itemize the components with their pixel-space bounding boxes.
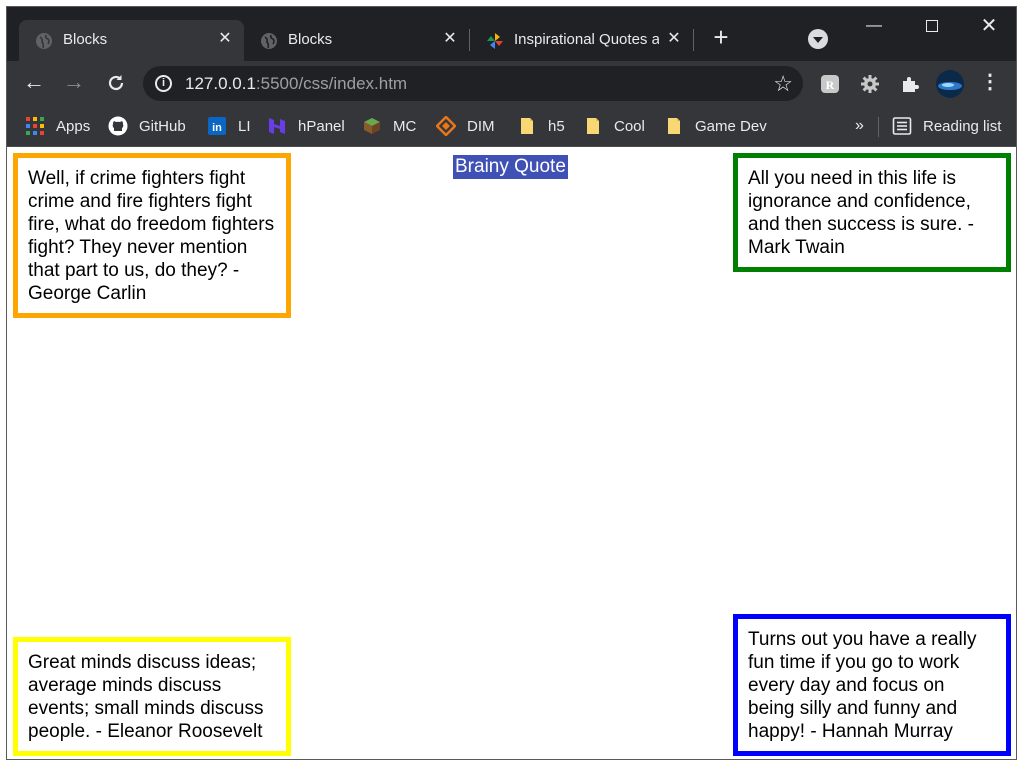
close-window-button[interactable]: ✕ [960, 7, 1016, 47]
bookmark-dim[interactable]: DIM [436, 115, 495, 137]
close-icon[interactable]: ✕ [215, 29, 235, 49]
bookmark-label: LI [238, 117, 251, 135]
tab-title: Blocks [63, 31, 108, 48]
url-text[interactable]: 127.0.0.1:5500/css/index.htm [185, 74, 407, 94]
page-content: Brainy Quote Well, if crime fighters fig… [7, 147, 1016, 759]
tab-inspirational-quotes[interactable]: Inspirational Quotes a ✕ [470, 20, 692, 61]
bookmark-cool[interactable]: Cool [583, 115, 645, 137]
hpanel-icon [269, 118, 285, 134]
bookmark-label: Cool [614, 117, 645, 135]
reading-list-icon [892, 117, 912, 135]
reading-list-button[interactable]: Reading list [892, 115, 1001, 137]
tab-title: Inspirational Quotes a [514, 31, 659, 48]
bookmark-label: DIM [467, 117, 495, 135]
minimize-button[interactable]: — [845, 7, 903, 47]
folder-icon [587, 118, 599, 134]
tab-title: Blocks [288, 31, 333, 48]
bookmark-h5[interactable]: h5 [517, 115, 565, 137]
extension-r-icon[interactable]: R [820, 74, 840, 94]
github-icon [108, 116, 128, 136]
quote-box-bottom-right: Turns out you have a really fun time if … [733, 614, 1011, 756]
bookmark-label: GitHub [139, 117, 186, 135]
bookmark-mc[interactable]: MC [362, 115, 416, 137]
bookmarks-bar: Apps GitHub in LI hPanel MC DIM h5 Cool … [7, 106, 1016, 147]
bookmark-label: Game Dev [695, 117, 767, 135]
bookmark-label: MC [393, 117, 417, 135]
apps-grid-icon [26, 117, 44, 135]
address-bar[interactable]: i 127.0.0.1:5500/css/index.htm ☆ [143, 66, 803, 101]
bookmark-game-dev[interactable]: Game Dev [664, 115, 767, 137]
minecraft-block-icon [364, 118, 380, 134]
folder-icon [668, 118, 680, 134]
extensions-puzzle-icon[interactable] [900, 74, 920, 94]
reload-icon [108, 75, 124, 91]
tab-blocks-active[interactable]: Blocks ✕ [19, 20, 244, 61]
browser-window: Blocks ✕ Blocks ✕ Inspirational Quotes a… [6, 6, 1017, 760]
tab-blocks[interactable]: Blocks ✕ [244, 20, 469, 61]
quote-box-top-right: All you need in this life is ignorance a… [733, 153, 1011, 272]
maximize-button[interactable] [903, 7, 961, 47]
reload-button[interactable] [102, 69, 130, 97]
avatar[interactable] [936, 70, 964, 98]
bookmarks-separator [878, 117, 879, 137]
tab-search-icon[interactable] [808, 29, 828, 49]
tab-separator [693, 29, 694, 51]
bookmark-github[interactable]: GitHub [108, 115, 186, 137]
close-icon[interactable]: ✕ [664, 29, 684, 49]
linkedin-icon: in [208, 117, 226, 135]
back-button[interactable]: ← [20, 69, 48, 97]
site-info-icon[interactable]: i [155, 75, 172, 92]
svg-text:in: in [212, 122, 222, 134]
globe-icon [261, 33, 277, 49]
bookmarks-overflow-button[interactable]: » [855, 115, 864, 137]
page-heading: Brainy Quote [453, 155, 568, 179]
globe-icon [36, 33, 52, 49]
bookmark-li[interactable]: in LI [207, 115, 251, 137]
bookmark-label: hPanel [298, 117, 345, 135]
maximize-icon [926, 19, 938, 32]
dim-diamond-icon [436, 116, 456, 136]
tab-strip: Blocks ✕ Blocks ✕ Inspirational Quotes a… [7, 7, 1016, 61]
forward-button[interactable]: → [60, 69, 88, 97]
bookmark-apps[interactable]: Apps [25, 115, 90, 137]
quote-box-bottom-left: Great minds discuss ideas; average minds… [13, 637, 291, 756]
pinwheel-icon [487, 33, 503, 49]
bookmark-hpanel[interactable]: hPanel [267, 115, 345, 137]
browser-toolbar: ← → i 127.0.0.1:5500/css/index.htm ☆ R ⋮ [7, 61, 1016, 106]
reading-list-label: Reading list [923, 117, 1002, 135]
bookmark-label: Apps [56, 117, 91, 135]
new-tab-button[interactable]: + [707, 24, 735, 52]
bookmark-star-icon[interactable]: ☆ [773, 71, 793, 97]
gear-icon[interactable] [860, 74, 880, 94]
quote-box-top-left: Well, if crime fighters fight crime and … [13, 153, 291, 318]
folder-icon [521, 118, 533, 134]
chevron-double-right-icon: » [855, 117, 864, 134]
bookmark-label: h5 [548, 117, 565, 135]
close-icon[interactable]: ✕ [440, 29, 460, 49]
menu-kebab-icon[interactable]: ⋮ [976, 69, 1004, 97]
svg-text:R: R [826, 78, 835, 92]
